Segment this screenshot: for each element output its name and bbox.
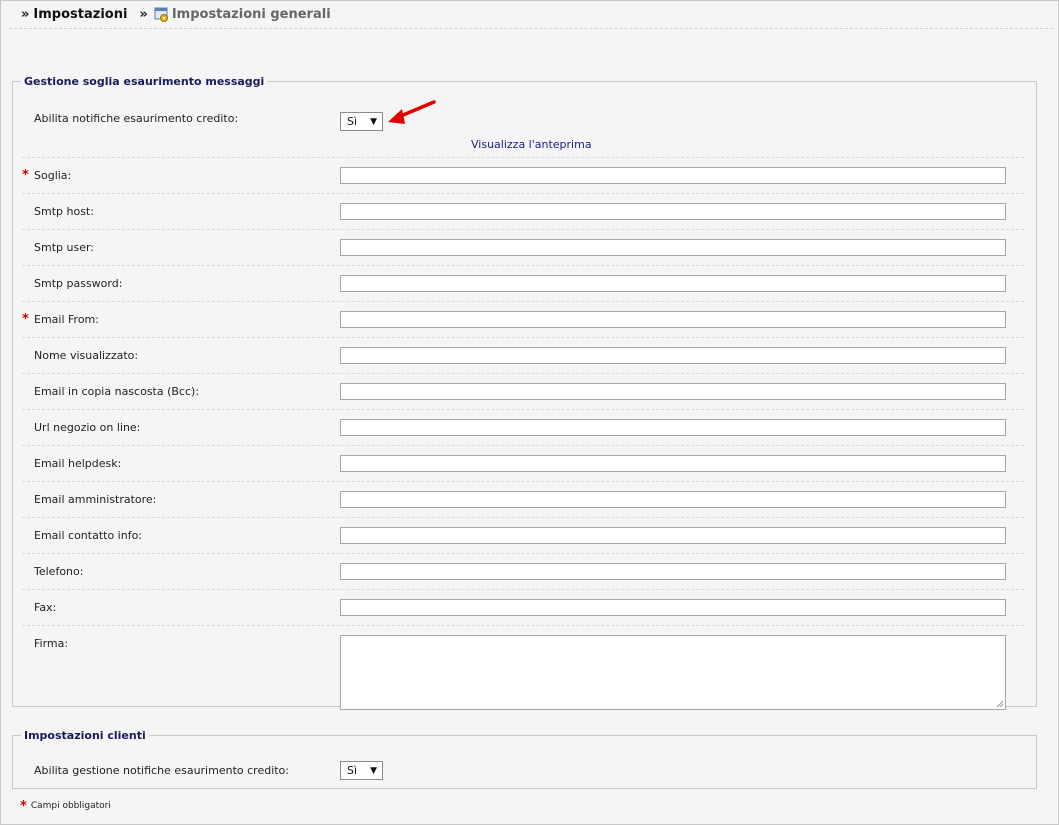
fieldset-gestione-soglia: Gestione soglia esaurimento messaggi Abi… (12, 75, 1037, 710)
row-nome-visualizzato: Nome visualizzato: (22, 338, 1024, 374)
label-email-bcc: Email in copia nascosta (Bcc): (34, 385, 200, 398)
required-mark: * (22, 168, 29, 183)
fax-input[interactable] (340, 599, 1006, 616)
row-smtp-host: Smtp host: (22, 194, 1024, 230)
label-smtp-host: Smtp host: (34, 205, 94, 218)
row-abilita-notifiche: Abilita notifiche esaurimento credito: S… (22, 96, 1024, 158)
row-email-helpdesk: Email helpdesk: (22, 446, 1024, 482)
email-from-input[interactable] (340, 311, 1006, 328)
row-soglia: * Soglia: (22, 158, 1024, 194)
client-notifications-value: Sì (347, 764, 358, 777)
label-smtp-password: Smtp password: (34, 277, 123, 290)
label-email-from: Email From: (34, 313, 99, 326)
shop-url-input[interactable] (340, 419, 1006, 436)
resize-handle-icon[interactable] (996, 700, 1004, 708)
display-name-input[interactable] (340, 347, 1006, 364)
smtp-password-input[interactable] (340, 275, 1006, 292)
label-nome-visualizzato: Nome visualizzato: (34, 349, 139, 362)
chevron-down-icon: ▼ (370, 765, 377, 776)
row-email-contatto: Email contatto info: (22, 518, 1024, 554)
enable-notifications-select[interactable]: Sì ▼ (340, 112, 383, 131)
required-mark: * (22, 312, 29, 327)
row-firma: Firma: (22, 626, 1024, 714)
section-title-gestione-soglia: Gestione soglia esaurimento messaggi (24, 75, 265, 88)
label-fax: Fax: (34, 601, 57, 614)
enable-notifications-value: Sì (347, 115, 358, 128)
breadcrumb-separator: » (21, 7, 30, 22)
label-smtp-user: Smtp user: (34, 241, 94, 254)
breadcrumb-separator: » (139, 7, 148, 22)
fieldset-impostazioni-clienti: Impostazioni clienti Abilita gestione no… (12, 729, 1037, 789)
email-helpdesk-input[interactable] (340, 455, 1006, 472)
row-email-amministratore: Email amministratore: (22, 482, 1024, 518)
red-arrow-icon (388, 100, 436, 124)
row-smtp-password: Smtp password: (22, 266, 1024, 302)
client-notifications-select[interactable]: Sì ▼ (340, 761, 383, 780)
row-url-negozio: Url negozio on line: (22, 410, 1024, 446)
preview-link[interactable]: Visualizza l'anteprima (471, 138, 592, 151)
label-abilita-gestione: Abilita gestione notifiche esaurimento c… (34, 764, 289, 777)
chevron-down-icon: ▼ (370, 116, 377, 127)
label-firma: Firma: (34, 637, 69, 650)
row-telefono: Telefono: (22, 554, 1024, 590)
email-admin-input[interactable] (340, 491, 1006, 508)
label-email-helpdesk: Email helpdesk: (34, 457, 122, 470)
breadcrumb-impostazioni-generali: Impostazioni generali (171, 7, 331, 22)
phone-input[interactable] (340, 563, 1006, 580)
settings-icon (154, 7, 170, 23)
required-fields-note: * Campi obbligatori (20, 799, 111, 814)
label-abilita-notifiche: Abilita notifiche esaurimento credito: (34, 112, 239, 125)
label-soglia: Soglia: (34, 169, 72, 182)
smtp-user-input[interactable] (340, 239, 1006, 256)
row-smtp-user: Smtp user: (22, 230, 1024, 266)
signature-textarea[interactable] (340, 635, 1006, 710)
breadcrumb-impostazioni[interactable]: Impostazioni (33, 7, 127, 22)
row-abilita-gestione: Abilita gestione notifiche esaurimento c… (22, 748, 1024, 788)
required-fields-text: Campi obbligatori (30, 801, 111, 811)
label-url-negozio: Url negozio on line: (34, 421, 141, 434)
required-mark: * (20, 799, 27, 814)
row-fax: Fax: (22, 590, 1024, 626)
row-email-from: * Email From: (22, 302, 1024, 338)
row-email-bcc: Email in copia nascosta (Bcc): (22, 374, 1024, 410)
section-title-impostazioni-clienti: Impostazioni clienti (24, 729, 146, 742)
email-info-input[interactable] (340, 527, 1006, 544)
breadcrumb: » Impostazioni » Impostazioni generali (9, 1, 1053, 29)
label-email-amministratore: Email amministratore: (34, 493, 157, 506)
label-telefono: Telefono: (34, 565, 84, 578)
label-email-contatto: Email contatto info: (34, 529, 143, 542)
soglia-input[interactable] (340, 167, 1006, 184)
smtp-host-input[interactable] (340, 203, 1006, 220)
email-bcc-input[interactable] (340, 383, 1006, 400)
